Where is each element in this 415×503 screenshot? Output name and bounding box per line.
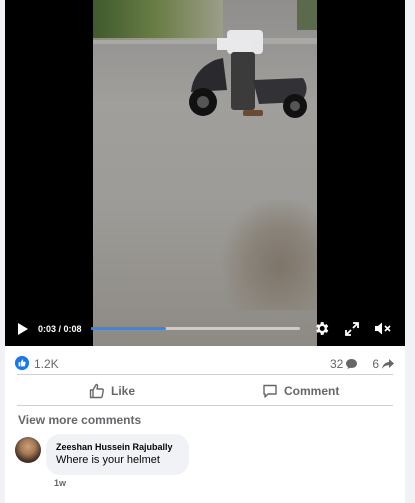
comment-bubble: Zeeshan Hussein Rajubally Where is your … xyxy=(46,434,189,475)
comment-icon xyxy=(263,384,277,398)
settings-gear-icon[interactable] xyxy=(313,320,330,337)
fullscreen-icon[interactable] xyxy=(345,322,359,336)
post-card: 0:03 / 0:08 1.2K 32 6 Like Comment View … xyxy=(5,0,405,503)
play-icon[interactable] xyxy=(17,322,29,336)
stats-divider xyxy=(17,374,393,375)
video-controls: 0:03 / 0:08 xyxy=(5,314,405,346)
reactions-count[interactable]: 1.2K xyxy=(34,357,59,371)
video-scene-dirt xyxy=(223,200,317,310)
like-reaction-icon[interactable] xyxy=(15,356,29,370)
video-frame[interactable] xyxy=(93,0,317,346)
shares-count[interactable]: 6 xyxy=(372,357,379,371)
video-scene-grass-right xyxy=(297,0,317,30)
view-more-comments-link[interactable]: View more comments xyxy=(18,413,141,427)
post-stats: 1.2K 32 6 xyxy=(5,346,405,374)
comment-author[interactable]: Zeeshan Hussein Rajubally xyxy=(56,442,179,452)
comment-button[interactable]: Comment xyxy=(262,377,339,405)
comment-timestamp[interactable]: 1w xyxy=(54,478,66,488)
video-progress-fill xyxy=(91,327,167,330)
like-button[interactable]: Like xyxy=(89,377,135,405)
actions-divider xyxy=(17,405,393,406)
video-player[interactable]: 0:03 / 0:08 xyxy=(5,0,405,346)
video-progress-bar[interactable] xyxy=(91,327,300,330)
thumbs-up-icon xyxy=(89,383,104,399)
comment-button-label: Comment xyxy=(284,384,340,398)
engagement-counts: 32 6 xyxy=(330,357,395,371)
share-arrow-icon xyxy=(382,359,394,369)
comment-text: Where is your helmet xyxy=(56,454,160,466)
post-actions: Like Comment xyxy=(5,377,405,405)
comments-count[interactable]: 32 xyxy=(330,357,343,371)
volume-muted-icon[interactable] xyxy=(374,321,392,336)
comment-bubble-icon xyxy=(346,359,358,369)
video-time: 0:03 / 0:08 xyxy=(38,324,82,334)
like-button-label: Like xyxy=(111,384,136,398)
avatar[interactable] xyxy=(15,437,41,463)
video-scene-scooter xyxy=(189,30,307,118)
